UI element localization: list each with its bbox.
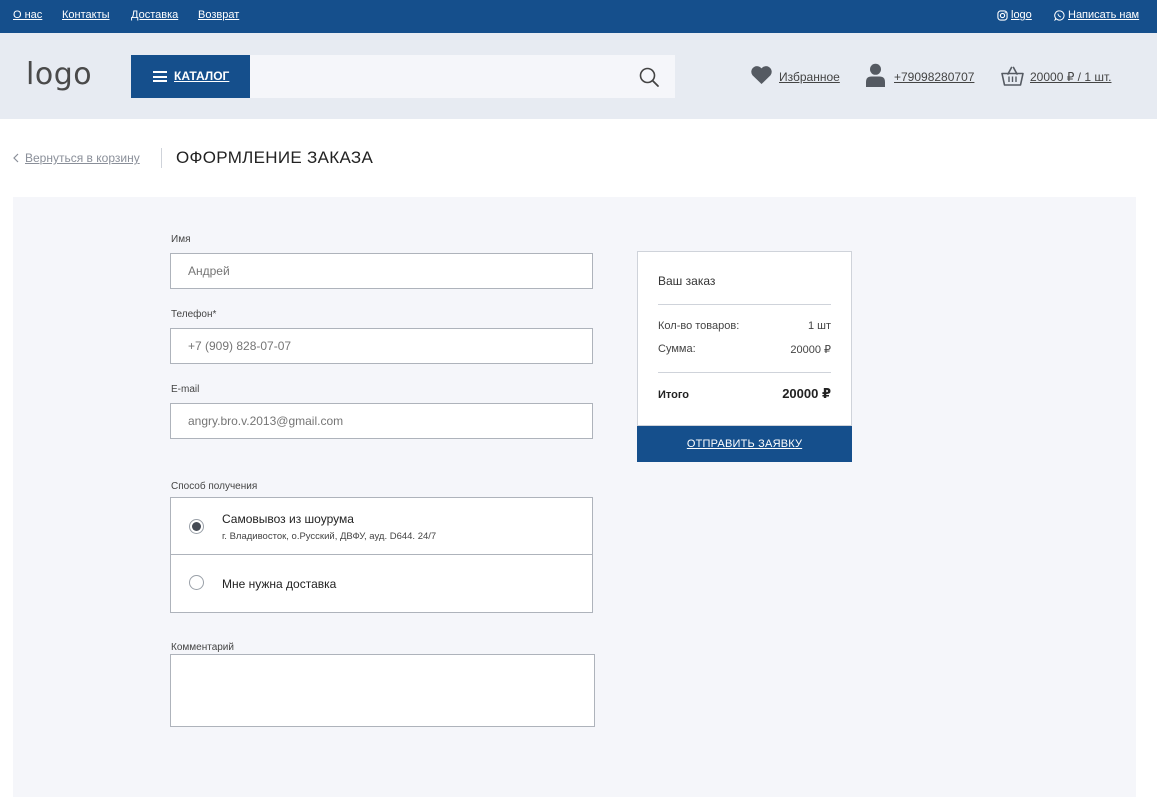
- topbar-link-delivery[interactable]: Доставка: [131, 9, 178, 21]
- whatsapp-icon: [1054, 10, 1065, 21]
- back-to-cart-link[interactable]: Вернуться в корзину: [25, 151, 140, 165]
- name-input[interactable]: [170, 253, 593, 289]
- summary-total-row: Итого 20000 ₽: [658, 386, 831, 401]
- phone-input[interactable]: [170, 328, 593, 364]
- comment-textarea[interactable]: [170, 654, 595, 727]
- topbar-instagram-link[interactable]: logo: [1011, 9, 1032, 21]
- courier-title: Мне нужна доставка: [222, 577, 337, 591]
- count-value: 1 шт: [807, 320, 831, 332]
- top-bar: О нас Контакты Доставка Возврат logo Нап…: [0, 0, 1157, 33]
- catalog-button[interactable]: КАТАЛОГ: [131, 55, 250, 98]
- pickup-address: г. Владивосток, о.Русский, ДВФУ, ауд. D6…: [222, 531, 437, 542]
- search-icon[interactable]: [638, 66, 660, 88]
- name-label: Имя: [171, 234, 191, 245]
- page-title: ОФОРМЛЕНИЕ ЗАКАЗА: [176, 148, 374, 167]
- comment-label: Комментарий: [171, 642, 234, 653]
- delivery-option-pickup[interactable]: Самовывоз из шоурума г. Владивосток, о.Р…: [171, 498, 592, 555]
- search-input[interactable]: [250, 55, 675, 98]
- user-icon[interactable]: [865, 63, 886, 87]
- summary-divider: [658, 304, 831, 305]
- sum-label: Сумма:: [658, 343, 696, 355]
- summary-title: Ваш заказ: [658, 274, 716, 288]
- topbar-link-about[interactable]: О нас: [13, 9, 42, 21]
- summary-divider: [658, 372, 831, 373]
- phone-link[interactable]: +79098280707: [894, 70, 974, 84]
- pickup-radio[interactable]: [189, 519, 204, 534]
- total-label: Итого: [658, 389, 690, 401]
- topbar-write-us-link[interactable]: Написать нам: [1068, 9, 1139, 21]
- topbar-link-return[interactable]: Возврат: [198, 9, 239, 21]
- order-summary: Ваш заказ Кол-во товаров: 1 шт Сумма: 20…: [637, 251, 852, 426]
- email-input[interactable]: [170, 403, 593, 439]
- cart-link[interactable]: 20000 ₽ / 1 шт.: [1030, 70, 1111, 84]
- menu-icon: [153, 71, 167, 82]
- pickup-title: Самовывоз из шоурума: [222, 512, 354, 526]
- total-value: 20000 ₽: [782, 386, 831, 401]
- phone-label: Телефон*: [171, 309, 217, 320]
- summary-count-row: Кол-во товаров: 1 шт: [658, 320, 831, 332]
- site-logo[interactable]: logo: [26, 57, 92, 92]
- submit-order-button[interactable]: ОТПРАВИТЬ ЗАЯВКУ: [637, 426, 852, 462]
- delivery-options: Самовывоз из шоурума г. Владивосток, о.Р…: [170, 497, 593, 613]
- chevron-left-icon: [13, 153, 19, 163]
- heart-icon[interactable]: [750, 65, 773, 85]
- count-label: Кол-во товаров:: [658, 320, 740, 332]
- courier-radio[interactable]: [189, 575, 204, 590]
- catalog-button-label: КАТАЛОГ: [174, 69, 230, 83]
- basket-icon[interactable]: [1001, 66, 1024, 86]
- breadcrumb-divider: [161, 148, 162, 168]
- summary-sum-row: Сумма: 20000 ₽: [658, 343, 831, 356]
- delivery-method-label: Способ получения: [171, 481, 258, 492]
- favorites-link[interactable]: Избранное: [779, 70, 840, 84]
- email-label: E-mail: [171, 384, 200, 395]
- header: logo КАТАЛОГ Избранное +79098280707 2000…: [0, 33, 1157, 119]
- topbar-link-contacts[interactable]: Контакты: [62, 9, 110, 21]
- delivery-option-courier[interactable]: Мне нужна доставка: [171, 556, 592, 613]
- instagram-icon: [997, 10, 1008, 21]
- sum-value: 20000 ₽: [790, 344, 831, 356]
